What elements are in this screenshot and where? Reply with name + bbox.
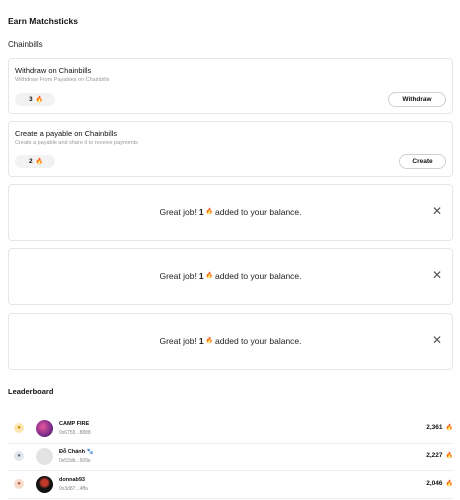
task-title: Create a payable on Chainbills — [15, 129, 118, 138]
leaderboard-row[interactable]: ● CAMP FIRE 0x6755...8888 2,361 🔥 — [8, 416, 453, 442]
toast-message: Great job! 1 🔥 added to your balance. — [9, 336, 452, 346]
close-icon[interactable]: ✕ — [432, 205, 442, 217]
toast-notification: Great job! 1 🔥 added to your balance. ✕ — [8, 248, 453, 305]
task-subtitle: Create a payable and share it to receive… — [15, 140, 138, 146]
score-value: 2,046 — [426, 480, 443, 487]
toast-notification: Great job! 1 🔥 added to your balance. ✕ — [8, 313, 453, 370]
fire-icon: 🔥 — [205, 209, 214, 215]
close-icon[interactable]: ✕ — [432, 269, 442, 281]
reward-amount: 3 — [29, 96, 33, 103]
avatar — [36, 420, 53, 437]
avatar — [36, 476, 53, 493]
task-card-create-payable: Create a payable on Chainbills Create a … — [8, 121, 453, 177]
page-title: Earn Matchsticks — [8, 16, 78, 26]
medal-icon: ● — [14, 451, 24, 461]
toast-amount: 1 — [198, 336, 204, 346]
row-divider — [8, 470, 453, 471]
toast-prefix: Great job! — [159, 207, 197, 217]
fire-icon: 🔥 — [35, 96, 44, 103]
close-icon[interactable]: ✕ — [432, 334, 442, 346]
toast-amount: 1 — [198, 271, 204, 281]
user-score: 2,227 🔥 — [426, 452, 453, 459]
fire-icon: 🔥 — [205, 273, 214, 279]
row-divider — [8, 498, 453, 499]
toast-prefix: Great job! — [159, 336, 197, 346]
reward-amount: 2 — [29, 158, 33, 165]
score-value: 2,227 — [426, 452, 443, 459]
toast-suffix: added to your balance. — [215, 207, 302, 217]
user-address: 0x53db...509e — [59, 458, 91, 464]
reward-badge: 2 🔥 — [15, 155, 55, 168]
medal-icon: ● — [14, 479, 24, 489]
toast-suffix: added to your balance. — [215, 336, 302, 346]
toast-amount: 1 — [198, 207, 204, 217]
reward-badge: 3 🔥 — [15, 93, 55, 106]
user-name: donnab93 — [59, 477, 85, 483]
leaderboard-title: Leaderboard — [8, 387, 54, 396]
fire-icon: 🔥 — [35, 158, 44, 165]
toast-message: Great job! 1 🔥 added to your balance. — [9, 207, 452, 217]
toast-suffix: added to your balance. — [215, 271, 302, 281]
leaderboard-row[interactable]: ● donnab93 0x3d87...4ffa 2,046 🔥 — [8, 472, 453, 498]
task-subtitle: Withdraw From Payables on Chainbills — [15, 77, 110, 83]
task-title: Withdraw on Chainbills — [15, 66, 92, 75]
medal-icon: ● — [14, 423, 24, 433]
toast-prefix: Great job! — [159, 271, 197, 281]
avatar — [36, 448, 53, 465]
section-title: Chainbills — [8, 40, 43, 49]
fire-icon: 🔥 — [445, 480, 453, 487]
fire-icon: 🔥 — [445, 424, 453, 431]
user-address: 0x3d87...4ffa — [59, 486, 88, 492]
user-score: 2,046 🔥 — [426, 480, 453, 487]
user-name: Đỗ Chánh 🐾 — [59, 449, 94, 455]
fire-icon: 🔥 — [445, 452, 453, 459]
task-card-withdraw: Withdraw on Chainbills Withdraw From Pay… — [8, 58, 453, 114]
withdraw-button[interactable]: Withdraw — [388, 92, 446, 107]
user-address: 0x6755...8888 — [59, 430, 91, 436]
create-button[interactable]: Create — [399, 154, 446, 169]
user-score: 2,361 🔥 — [426, 424, 453, 431]
score-value: 2,361 — [426, 424, 443, 431]
toast-notification: Great job! 1 🔥 added to your balance. ✕ — [8, 184, 453, 241]
fire-icon: 🔥 — [205, 338, 214, 344]
user-name: CAMP FIRE — [59, 421, 90, 427]
leaderboard-row[interactable]: ● Đỗ Chánh 🐾 0x53db...509e 2,227 🔥 — [8, 444, 453, 470]
toast-message: Great job! 1 🔥 added to your balance. — [9, 271, 452, 281]
